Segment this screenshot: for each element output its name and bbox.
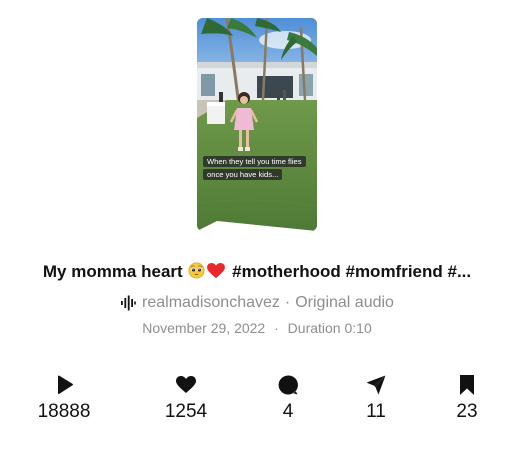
bookmark-icon <box>460 375 474 395</box>
reel-insights-page: When they tell you time flies once you h… <box>0 0 514 454</box>
author-audio-row: realmadisonchavez · Original audio <box>0 294 514 312</box>
heart-icon <box>176 376 196 393</box>
post-title: My momma heart #motherhood #momfriend #.… <box>0 262 514 282</box>
share-icon <box>366 375 386 395</box>
separator-dot: · <box>284 294 291 311</box>
stat-comments-count: 4 <box>282 401 294 422</box>
video-frame-image <box>197 18 317 231</box>
stat-likes: 1254 <box>141 375 231 422</box>
stat-saves: 23 <box>422 375 512 422</box>
post-title-text: My momma heart <box>42 262 183 281</box>
stat-plays-count: 18888 <box>37 401 91 422</box>
audio-waveform-icon <box>121 295 136 311</box>
video-caption: When they tell you time flies once you h… <box>203 156 306 180</box>
play-icon <box>58 375 73 395</box>
video-duration: Duration 0:10 <box>287 320 372 336</box>
audio-label[interactable]: Original audio <box>295 294 394 312</box>
caption-line-2: once you have kids... <box>203 169 283 180</box>
video-thumbnail[interactable]: When they tell you time flies once you h… <box>197 18 317 231</box>
red-heart-emoji-icon <box>207 263 226 279</box>
stat-shares-count: 11 <box>366 401 386 422</box>
caption-line-1: When they tell you time flies <box>203 156 306 167</box>
author-username[interactable]: realmadisonchavez <box>142 294 280 312</box>
stat-comments: 4 <box>243 375 333 422</box>
stat-shares: 11 <box>331 375 421 422</box>
comment-icon <box>278 375 298 395</box>
post-meta: November 29, 2022 · Duration 0:10 <box>0 320 514 336</box>
stat-saves-count: 23 <box>456 401 478 422</box>
separator-dot: · <box>274 320 279 336</box>
post-date: November 29, 2022 <box>142 320 266 336</box>
pleading-face-emoji-icon <box>188 262 205 279</box>
stat-likes-count: 1254 <box>164 401 208 422</box>
post-hashtags: #motherhood #momfriend #... <box>232 262 472 281</box>
stat-plays: 18888 <box>19 375 109 422</box>
stats-row: 18888 1254 4 11 23 <box>0 375 514 435</box>
